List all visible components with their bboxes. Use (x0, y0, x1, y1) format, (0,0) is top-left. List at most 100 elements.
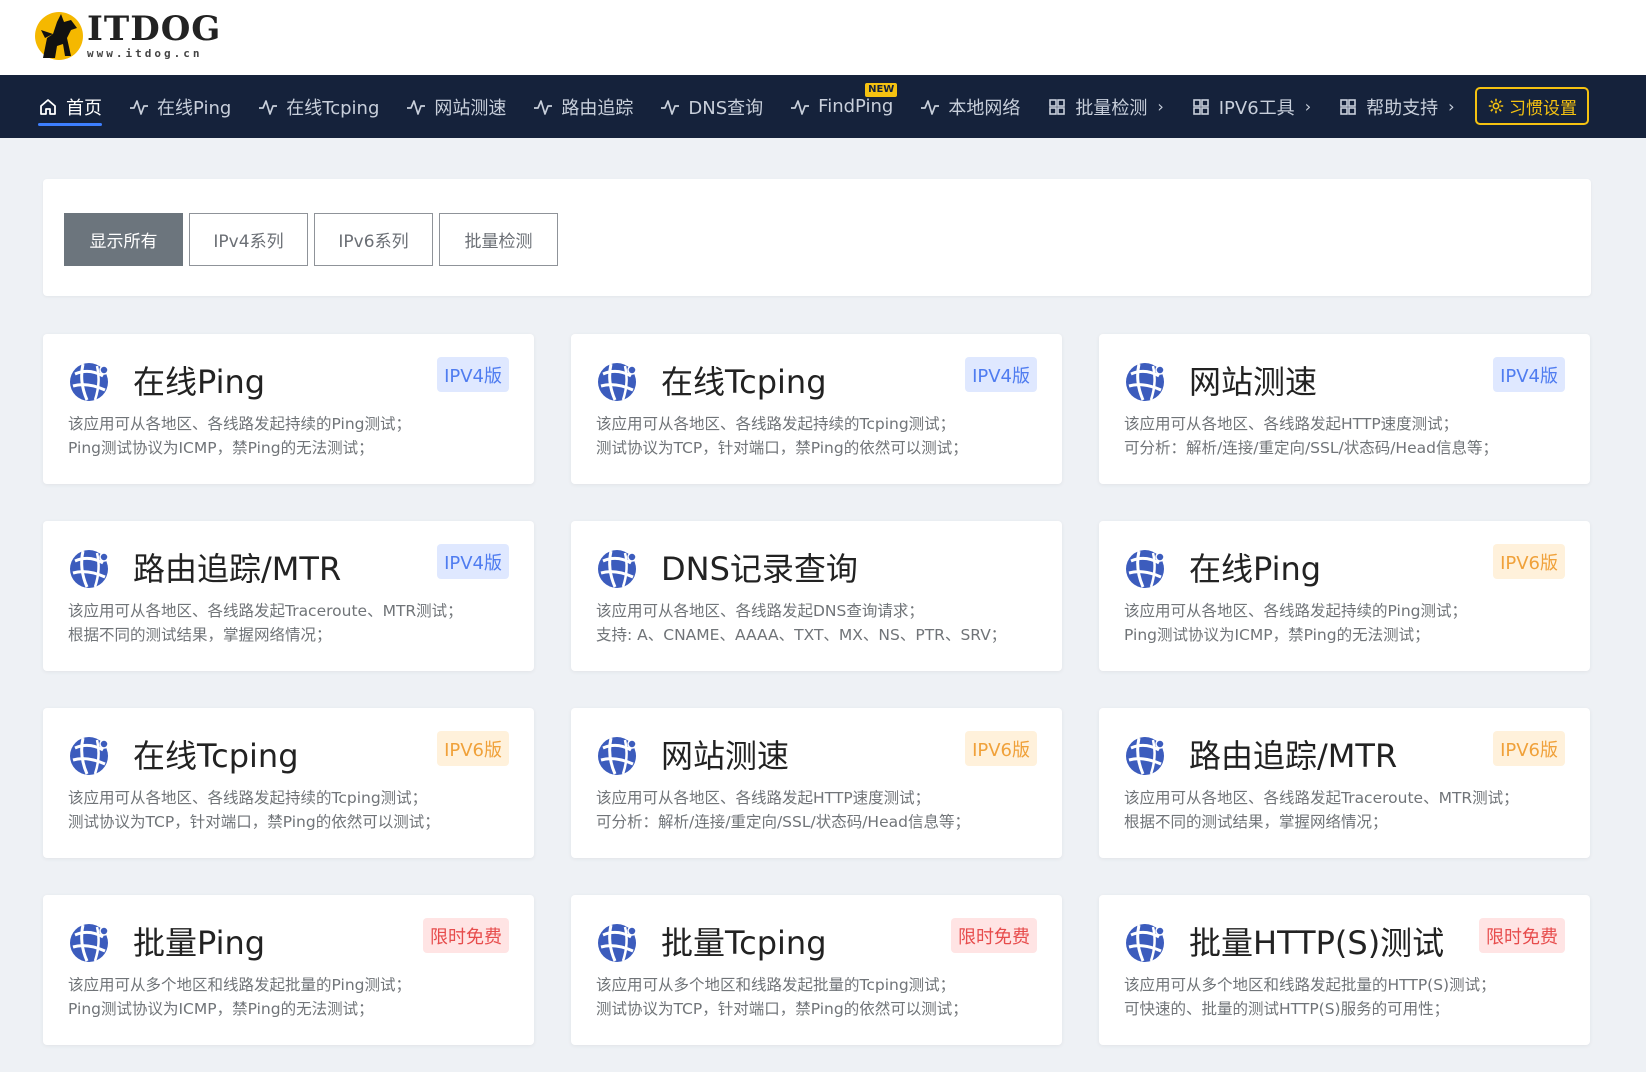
nav-item-dns[interactable]: DNS查询 (660, 75, 763, 138)
tool-card[interactable]: 网站测速 IPV6版该应用可从各地区、各线路发起HTTP速度测试； 可分析：解析/连… (571, 708, 1062, 858)
card-description-line: 根据不同的测试结果，掌握网络情况； (1124, 813, 1388, 831)
filter-ipv6-button[interactable]: IPv6系列 (314, 213, 433, 266)
globe-icon (67, 734, 111, 778)
card-description: 该应用可从各地区、各线路发起HTTP速度测试； 可分析：解析/连接/重定向/SSL… (1124, 412, 1498, 460)
version-badge: IPV4版 (437, 357, 509, 392)
card-description-line: Ping测试协议为ICMP，禁Ping的无法测试； (1124, 626, 1430, 644)
tool-card[interactable]: 路由追踪/MTR IPV6版该应用可从各地区、各线路发起Traceroute、MT… (1099, 708, 1590, 858)
version-badge: IPV6版 (1493, 544, 1565, 579)
card-title: 路由追踪/MTR (133, 550, 342, 588)
card-description-line: 测试协议为TCP，针对端口，禁Ping的依然可以测试； (596, 439, 968, 457)
card-description-line: Ping测试协议为ICMP，禁Ping的无法测试； (68, 439, 374, 457)
filter-all-button[interactable]: 显示所有 (64, 213, 183, 266)
nav-item-label: 网站测速 (434, 97, 507, 119)
card-description: 该应用可从各地区、各线路发起持续的Tcping测试； 测试协议为TCP，针对端口，… (596, 412, 968, 460)
nav-item-batch-check[interactable]: 批量检测 › (1047, 75, 1164, 138)
new-badge: NEW (865, 83, 898, 97)
tool-card[interactable]: 网站测速 IPV4版 该应用可从各地区、各线路发起HTTP速度测试； 可分析：解析/连… (1099, 334, 1590, 484)
card-description-line: 该应用可从多个地区和线路发起批量的Tcping测试； (596, 976, 956, 994)
card-title: 批量Ping (133, 924, 266, 962)
filter-panel: 显示所有 IPv4系列 IPv6系列 批量检测 (43, 179, 1591, 296)
nav-item-label: 本地网络 (948, 97, 1021, 119)
card-title: 批量Tcping (661, 924, 827, 962)
card-description-line: Ping测试协议为ICMP，禁Ping的无法测试； (68, 1000, 374, 1018)
pulse-icon (790, 97, 810, 117)
grid-icon (1338, 97, 1358, 117)
globe-icon (1123, 360, 1167, 404)
nav-item-label: 首页 (66, 97, 102, 119)
grid-icon (1047, 97, 1067, 117)
version-badge: IPV4版 (437, 544, 509, 579)
card-description-line: 支持: A、CNAME、AAAA、TXT、MX、NS、PTR、SRV； (596, 626, 1007, 644)
card-description-line: 根据不同的测试结果，掌握网络情况； (68, 626, 332, 644)
tool-card[interactable]: 批量HTTP(S)测试 限时免费 该应用可从多个地区和线路发起批量的HTTP(S)测… (1099, 895, 1590, 1045)
nav-item-traceroute[interactable]: 路由追踪 (533, 75, 633, 138)
card-title: 网站测速 (661, 737, 790, 775)
globe-icon (595, 360, 639, 404)
settings-button[interactable]: 习惯设置 (1475, 87, 1589, 125)
logo-domain: www.itdog.cn (87, 46, 203, 60)
logo-name: ITDOG (87, 8, 222, 49)
tool-card[interactable]: 批量Ping 限时免费 该应用可从多个地区和线路发起批量的Ping测试； Ping测试… (43, 895, 534, 1045)
chevron-right-icon: › (1157, 97, 1164, 116)
filter-batch-button[interactable]: 批量检测 (439, 213, 558, 266)
card-description-line: 测试协议为TCP，针对端口，禁Ping的依然可以测试； (68, 813, 440, 831)
card-description-line: 可分析：解析/连接/重定向/SSL/状态码/Head信息等； (596, 813, 970, 831)
nav-item-help[interactable]: 帮助支持 › (1338, 75, 1455, 138)
nav-item-ping[interactable]: 在线Ping (129, 75, 231, 138)
nav-item-findping[interactable]: FindPing NEW (790, 75, 898, 138)
card-title: 在线Ping (1189, 550, 1322, 588)
nav-item-local-network[interactable]: 本地网络 (920, 75, 1020, 138)
nav-item-label: 路由追踪 (561, 97, 634, 119)
card-description: 该应用可从各地区、各线路发起Traceroute、MTR测试； 根据不同的测试结果… (1124, 786, 1519, 834)
card-title: 在线Ping (133, 363, 266, 401)
nav-item-ipv6-tools[interactable]: IPV6工具 › (1191, 75, 1311, 138)
nav-item-home[interactable]: 首页 (38, 75, 102, 138)
nav-item-website-speed[interactable]: 网站测速 (406, 75, 506, 138)
pulse-icon (258, 97, 278, 117)
tool-card[interactable]: 在线Ping IPV4版 该应用可从各地区、各线路发起持续的Ping测试； Ping测… (43, 334, 534, 484)
card-description: 该应用可从多个地区和线路发起批量的HTTP(S)测试； 可快速的、批量的测试HTT… (1124, 973, 1496, 1021)
card-description-line: 该应用可从各地区、各线路发起Traceroute、MTR测试； (68, 602, 463, 620)
chevron-right-icon: › (1448, 97, 1455, 116)
tool-card[interactable]: 在线Tcping IPV4版 该应用可从各地区、各线路发起持续的Tcping测试； 测… (571, 334, 1062, 484)
card-description: 该应用可从多个地区和线路发起批量的Tcping测试； 测试协议为TCP，针对端口，… (596, 973, 968, 1021)
main-nav: 首页 在线Ping 在线Tcping 网站测速 路由追踪 DNS查询 FindP… (0, 75, 1646, 138)
tool-card[interactable]: DNS记录查询 该应用可从各地区、各线路发起DNS查询请求； 支持: A、CNAME… (571, 521, 1062, 671)
card-description: 该应用可从各地区、各线路发起持续的Tcping测试； 测试协议为TCP，针对端口，… (68, 786, 440, 834)
pulse-icon (920, 97, 940, 117)
version-badge: 限时免费 (951, 918, 1037, 953)
dog-logo-icon (35, 12, 83, 60)
globe-icon (67, 360, 111, 404)
chevron-right-icon: › (1304, 97, 1312, 116)
card-description-line: 该应用可从各地区、各线路发起HTTP速度测试； (596, 789, 931, 807)
nav-item-label: 在线Ping (157, 97, 232, 119)
nav-item-label: DNS查询 (688, 97, 764, 119)
tool-card[interactable]: 在线Tcping IPV6版 该应用可从各地区、各线路发起持续的Tcping测试； 测… (43, 708, 534, 858)
nav-item-label: IPV6工具 (1218, 97, 1295, 119)
pulse-icon (406, 97, 426, 117)
filter-ipv4-button[interactable]: IPv4系列 (189, 213, 308, 266)
globe-icon (67, 921, 111, 965)
card-description-line: 可快速的、批量的测试HTTP(S)服务的可用性； (1124, 1000, 1450, 1018)
card-title: 路由追踪/MTR (1189, 737, 1398, 775)
card-description-line: 可分析：解析/连接/重定向/SSL/状态码/Head信息等； (1124, 439, 1498, 457)
card-description-line: 该应用可从各地区、各线路发起持续的Tcping测试； (596, 415, 956, 433)
card-title: 批量HTTP(S)测试 (1189, 924, 1445, 962)
card-title: 在线Tcping (133, 737, 299, 775)
nav-item-label: 在线Tcping (286, 97, 380, 119)
nav-item-tcping[interactable]: 在线Tcping (258, 75, 379, 138)
tool-card[interactable]: 在线Ping IPV6版 该应用可从各地区、各线路发起持续的Ping测试； Ping测… (1099, 521, 1590, 671)
card-title: 网站测速 (1189, 363, 1318, 401)
globe-icon (1123, 734, 1167, 778)
tool-card[interactable]: 批量Tcping 限时免费该应用可从多个地区和线路发起批量的Tcping测试； 测试… (571, 895, 1062, 1045)
logo[interactable]: ITDOG www.itdog.cn (33, 8, 221, 62)
version-badge: IPV6版 (965, 731, 1037, 766)
tool-card[interactable]: 路由追踪/MTR IPV4版该应用可从各地区、各线路发起Traceroute、MT… (43, 521, 534, 671)
card-description-line: 测试协议为TCP，针对端口，禁Ping的依然可以测试； (596, 1000, 968, 1018)
version-badge: IPV6版 (1493, 731, 1565, 766)
version-badge: IPV4版 (965, 357, 1037, 392)
nav-item-label: FindPing (818, 96, 894, 117)
gear-icon (1488, 98, 1504, 114)
globe-icon (595, 734, 639, 778)
